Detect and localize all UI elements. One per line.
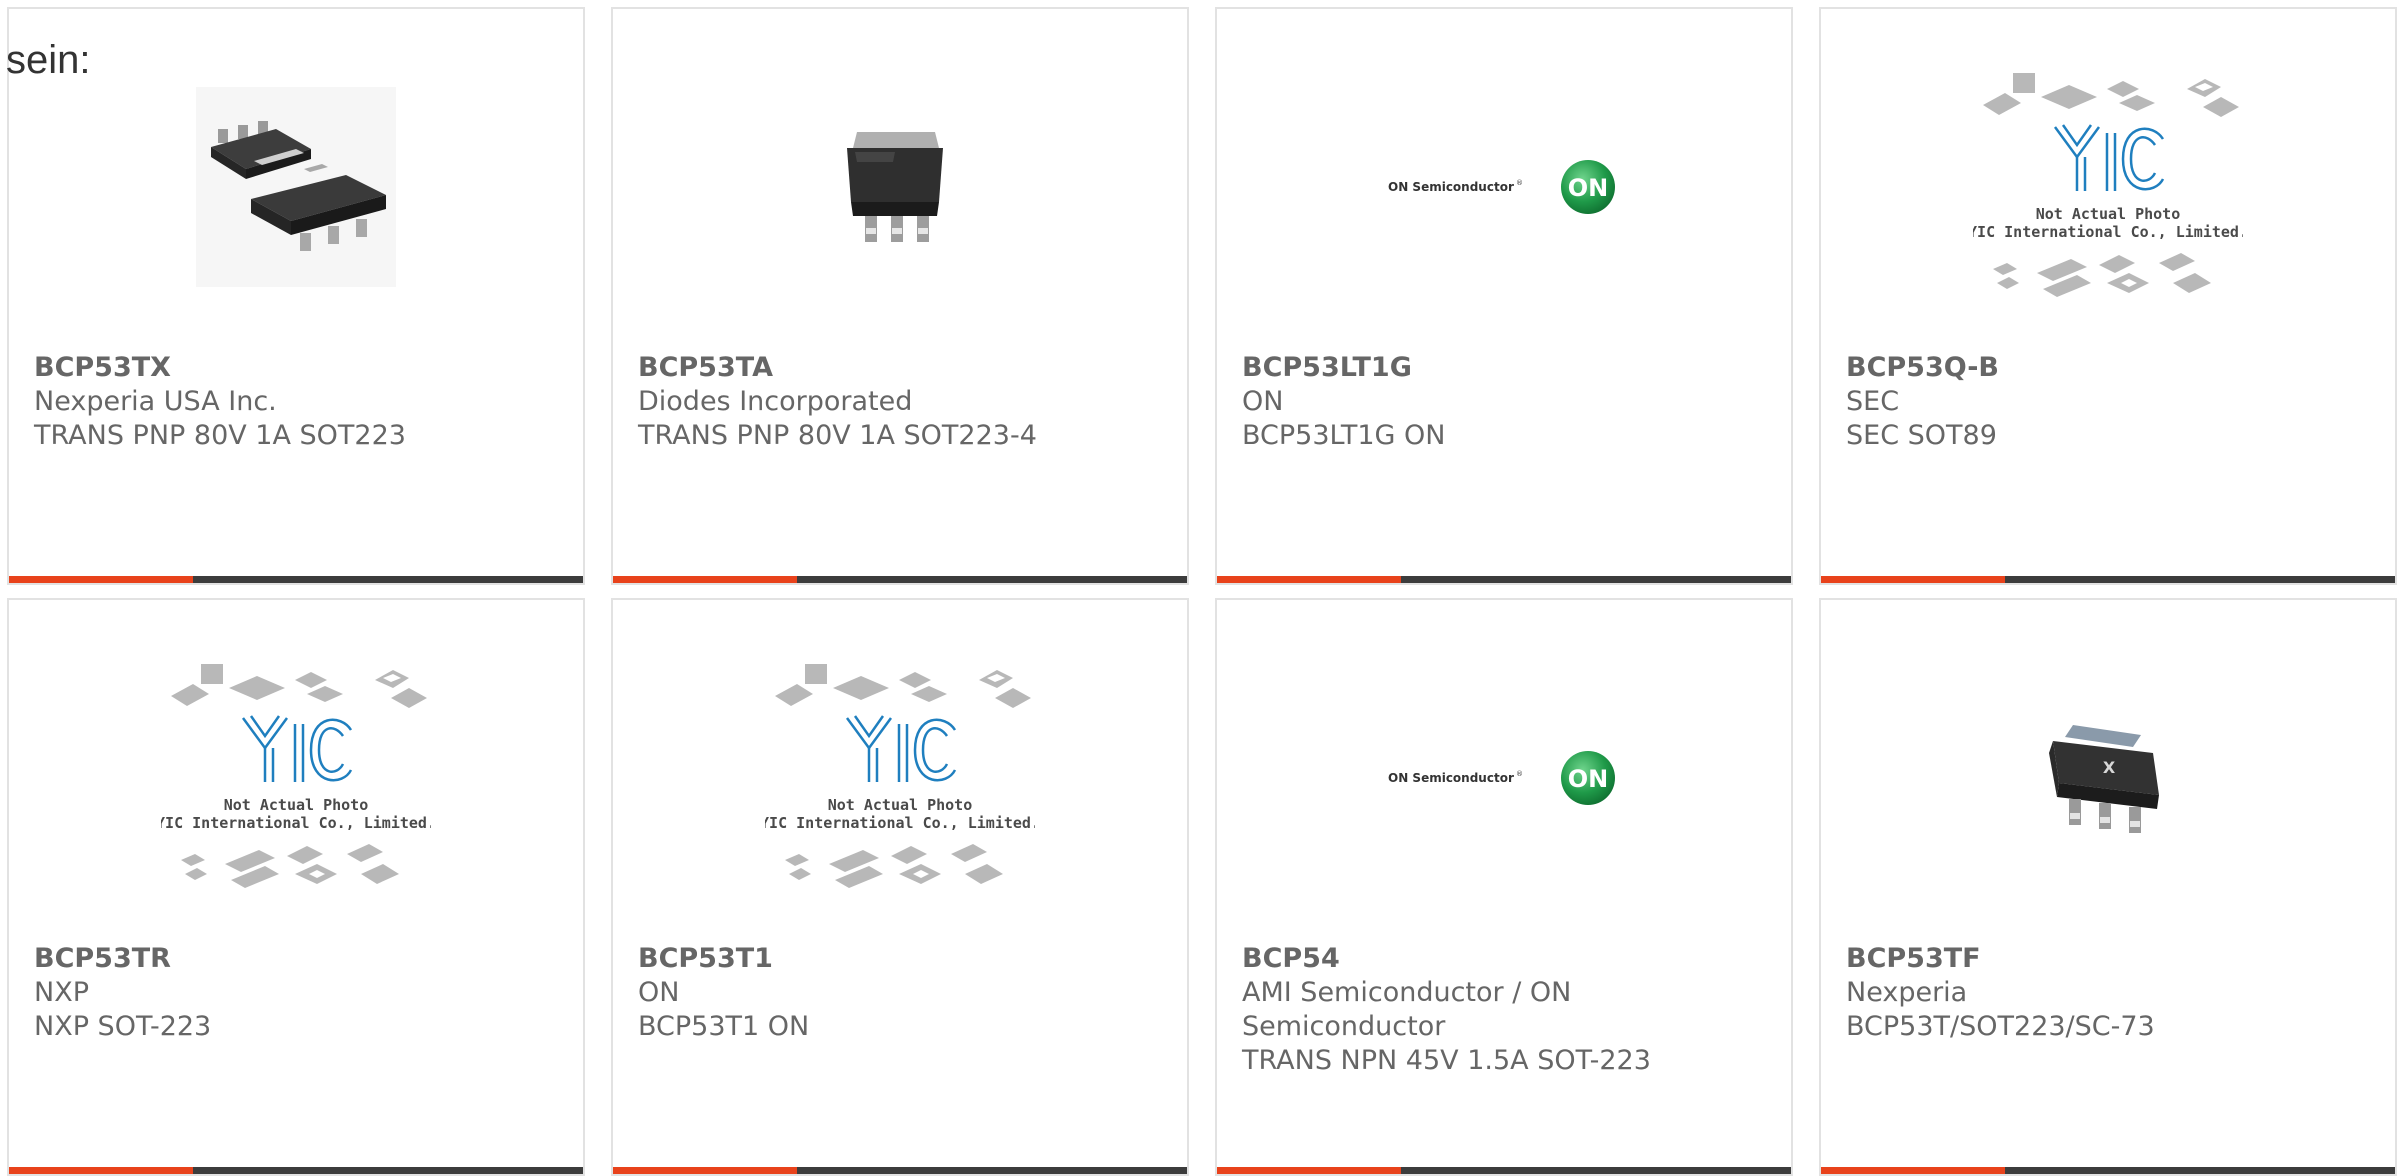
part-number-link[interactable]: BCP53Q-B — [1846, 352, 1999, 383]
on-logo-text: ON Semiconductor — [1388, 180, 1514, 194]
yic-placeholder-image: Not Actual Photo YIC International Co., … — [1973, 73, 2243, 297]
product-card[interactable]: BCP53TX Nexperia USA Inc. TRANS PNP 80V … — [7, 7, 585, 585]
description: TRANS NPN 45V 1.5A SOT-223 — [1242, 1045, 1651, 1076]
chip-marking: X — [2103, 758, 2116, 777]
on-logo-reg: ® — [1516, 770, 1523, 778]
placeholder-line-1: Not Actual Photo — [224, 796, 369, 814]
description: SEC SOT89 — [1846, 420, 1997, 451]
manufacturer: Diodes Incorporated — [638, 386, 913, 417]
on-logo-mark: ON — [1568, 174, 1609, 202]
product-card[interactable]: X BCP53TF Nexperia BCP53T/SOT223/SC-73 — [1819, 598, 2397, 1176]
manufacturer: SEC — [1846, 386, 1900, 417]
product-image[interactable]: X — [1821, 668, 2395, 888]
placeholder-line-2: YIC International Co., Limited. — [765, 814, 1035, 832]
description: BCP53T1 ON — [638, 1011, 810, 1042]
card-accent-bar — [9, 1167, 583, 1174]
placeholder-line-2: YIC International Co., Limited. — [161, 814, 431, 832]
card-accent-bar — [613, 1167, 1187, 1174]
product-card[interactable]: Not Actual Photo YIC International Co., … — [1819, 7, 2397, 585]
placeholder-line-1: Not Actual Photo — [828, 796, 973, 814]
part-number-link[interactable]: BCP53TF — [1846, 943, 1981, 974]
product-card[interactable]: ON Semiconductor ® ON BCP53LT1G ON BCP53… — [1215, 7, 1793, 585]
description: TRANS PNP 80V 1A SOT223-4 — [638, 420, 1037, 451]
card-accent-bar — [9, 576, 583, 583]
description: TRANS PNP 80V 1A SOT223 — [34, 420, 406, 451]
placeholder-line-1: Not Actual Photo — [2036, 205, 2181, 223]
part-number-link[interactable]: BCP53TA — [638, 352, 773, 383]
manufacturer: ON — [1242, 386, 1284, 417]
card-accent-bar — [613, 576, 1187, 583]
on-semiconductor-logo: ON Semiconductor ® ON — [1388, 751, 1615, 805]
product-image[interactable]: ON Semiconductor ® ON — [1217, 668, 1791, 888]
card-accent-bar — [1821, 1167, 2395, 1174]
product-image[interactable]: ON Semiconductor ® ON — [1217, 77, 1791, 297]
card-accent-bar — [1217, 1167, 1791, 1174]
part-number-link[interactable]: BCP53TX — [34, 352, 171, 383]
product-image[interactable] — [613, 77, 1187, 297]
product-image[interactable] — [9, 77, 583, 297]
sot223-photo — [847, 132, 943, 242]
product-image[interactable]: Not Actual Photo YIC International Co., … — [1821, 73, 2395, 297]
nexperia-sot223-photo: X — [2049, 725, 2159, 833]
product-image[interactable]: Not Actual Photo YIC International Co., … — [9, 664, 583, 888]
product-card[interactable]: BCP53TA Diodes Incorporated TRANS PNP 80… — [611, 7, 1189, 585]
sot223-pair-photo — [196, 87, 396, 287]
lead-text: sein: — [6, 38, 91, 82]
placeholder-line-2: YIC International Co., Limited. — [1973, 223, 2243, 241]
manufacturer: AMI Semiconductor / ON Semiconductor — [1242, 977, 1572, 1042]
manufacturer: ON — [638, 977, 680, 1008]
part-number-link[interactable]: BCP53T1 — [638, 943, 773, 974]
yic-placeholder-image: Not Actual Photo YIC International Co., … — [161, 664, 431, 888]
description: NXP SOT-223 — [34, 1011, 212, 1042]
on-logo-reg: ® — [1516, 179, 1523, 187]
manufacturer: NXP — [34, 977, 89, 1008]
product-card[interactable]: ON Semiconductor ® ON BCP54 AMI Semicond… — [1215, 598, 1793, 1176]
card-accent-bar — [1217, 576, 1791, 583]
product-card[interactable]: Not Actual Photo YIC International Co., … — [611, 598, 1189, 1176]
on-semiconductor-logo: ON Semiconductor ® ON — [1388, 160, 1615, 214]
product-card[interactable]: Not Actual Photo YIC International Co., … — [7, 598, 585, 1176]
manufacturer: Nexperia — [1846, 977, 1968, 1008]
manufacturer: Nexperia USA Inc. — [34, 386, 277, 417]
yic-placeholder-image: Not Actual Photo YIC International Co., … — [765, 664, 1035, 888]
on-logo-text: ON Semiconductor — [1388, 771, 1514, 785]
description: BCP53T/SOT223/SC-73 — [1846, 1011, 2155, 1042]
product-image[interactable]: Not Actual Photo YIC International Co., … — [613, 664, 1187, 888]
part-number-link[interactable]: BCP53TR — [34, 943, 171, 974]
description: BCP53LT1G ON — [1242, 420, 1446, 451]
part-number-link[interactable]: BCP53LT1G — [1242, 352, 1412, 383]
card-accent-bar — [1821, 576, 2395, 583]
part-number-link[interactable]: BCP54 — [1242, 943, 1340, 974]
on-logo-mark: ON — [1568, 765, 1609, 793]
